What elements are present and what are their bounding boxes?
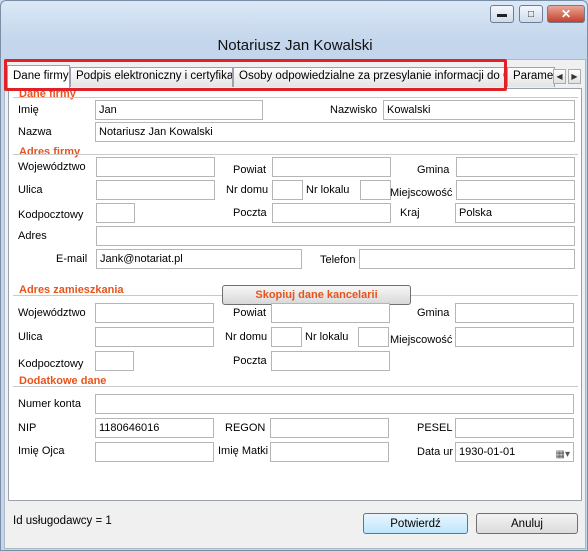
imie-field[interactable]: Jan [95, 100, 263, 120]
adres-field[interactable] [96, 226, 575, 246]
gmina-zam-field[interactable] [455, 303, 574, 323]
label-ulica: Ulica [18, 184, 43, 196]
powiat-field[interactable] [272, 157, 391, 177]
label-gmina-zam: Gmina [417, 307, 450, 319]
label-kodpocztowy: Kodpocztowy [18, 209, 84, 221]
label-nr-lokalu-zam: Nr lokalu [305, 331, 349, 343]
kraj-field[interactable]: Polska [455, 203, 575, 223]
nr-lokalu-zam-field[interactable] [358, 327, 389, 347]
pesel-field[interactable] [455, 418, 574, 438]
label-gmina: Gmina [417, 164, 450, 176]
wojewodztwo-field[interactable] [96, 157, 215, 177]
label-email: E-mail [56, 253, 88, 265]
miejscowosc-field[interactable] [456, 180, 575, 200]
tab-podpis[interactable]: Podpis elektroniczny i certyfikaty [70, 67, 233, 87]
window-title: Notariusz Jan Kowalski [217, 37, 373, 54]
tab-parametry[interactable]: Paramet [507, 67, 555, 87]
nr-lokalu-field[interactable] [360, 180, 391, 200]
section-separator [13, 386, 578, 387]
tab-dane-firmy[interactable]: Dane firmy [7, 65, 70, 89]
label-wojewodztwo: Województwo [18, 161, 86, 173]
kodpocztowy-zam-field[interactable] [95, 351, 134, 371]
label-imie-matki: Imię Matki [218, 445, 269, 457]
section-dane-firmy: Dane firmy [19, 88, 76, 100]
cancel-button[interactable]: Anuluj [476, 513, 578, 534]
regon-field[interactable] [270, 418, 389, 438]
minimize-button[interactable]: ▬ [490, 5, 514, 23]
calendar-dropdown-icon[interactable]: ▦▾ [556, 446, 570, 461]
gmina-field[interactable] [456, 157, 575, 177]
label-telefon: Telefon [320, 254, 356, 266]
label-poczta: Poczta [233, 207, 267, 219]
label-nr-lokalu: Nr lokalu [306, 184, 350, 196]
label-nr-domu: Nr domu [226, 184, 269, 196]
label-poczta-zam: Poczta [233, 355, 267, 367]
tab-scroll-right-icon[interactable]: ▶ [568, 69, 581, 84]
tab-scroll-left-icon[interactable]: ◀ [553, 69, 566, 84]
telefon-field[interactable] [359, 249, 575, 269]
miejscowosc-zam-field[interactable] [455, 327, 574, 347]
imie-matki-field[interactable] [270, 442, 389, 462]
app-window: ▬ □ ✕ Notariusz Jan Kowalski Dane firmy … [0, 0, 588, 551]
tab-strip: Dane firmy Podpis elektroniczny i certyf… [5, 65, 585, 89]
label-nazwisko: Nazwisko [330, 104, 378, 116]
nazwa-field[interactable]: Notariusz Jan Kowalski [95, 122, 575, 142]
label-regon: REGON [225, 422, 266, 434]
label-numer-konta: Numer konta [18, 398, 81, 410]
label-pesel: PESEL [417, 422, 453, 434]
powiat-zam-field[interactable] [271, 303, 390, 323]
ulica-zam-field[interactable] [95, 327, 214, 347]
poczta-zam-field[interactable] [271, 351, 390, 371]
label-powiat: Powiat [233, 164, 267, 176]
nr-domu-field[interactable] [272, 180, 303, 200]
numer-konta-field[interactable] [95, 394, 574, 414]
kodpocztowy-field[interactable] [96, 203, 135, 223]
section-separator [13, 97, 578, 98]
section-adres-firmy: Adres firmy [19, 146, 81, 158]
close-button[interactable]: ✕ [547, 5, 585, 23]
wojewodztwo-zam-field[interactable] [95, 303, 214, 323]
maximize-button[interactable]: □ [519, 5, 543, 23]
email-field[interactable]: Jank@notariat.pl [96, 249, 302, 269]
label-nazwa: Nazwa [18, 126, 52, 138]
nazwisko-field[interactable]: Kowalski [383, 100, 575, 120]
confirm-button[interactable]: Potwierdź [363, 513, 468, 534]
label-data-ur: Data ur [417, 446, 454, 458]
label-ulica-zam: Ulica [18, 331, 43, 343]
tab-osoby-odpowiedzialne[interactable]: Osoby odpowiedzialne za przesylanie info… [233, 67, 507, 87]
label-kraj: Kraj [400, 207, 420, 219]
label-imie-ojca: Imię Ojca [18, 445, 65, 457]
label-nr-domu-zam: Nr domu [225, 331, 268, 343]
copy-office-data-button[interactable]: Skopiuj dane kancelarii [222, 285, 411, 305]
imie-ojca-field[interactable] [95, 442, 214, 462]
nr-domu-zam-field[interactable] [271, 327, 302, 347]
label-powiat-zam: Powiat [233, 307, 267, 319]
data-urodzenia-value: 1930-01-01 [459, 446, 516, 458]
ulica-field[interactable] [96, 180, 215, 200]
section-separator [13, 154, 578, 155]
label-nip: NIP [18, 422, 37, 434]
label-miejscowosc-zam: Miejscowość [390, 334, 453, 346]
nip-field[interactable]: 1180646016 [95, 418, 214, 438]
label-kodpocztowy-zam: Kodpocztowy [18, 358, 84, 370]
data-urodzenia-picker[interactable]: 1930-01-01 ▦▾ [455, 442, 574, 462]
poczta-field[interactable] [272, 203, 391, 223]
label-wojewodztwo-zam: Województwo [18, 307, 86, 319]
label-miejscowosc: Miejscowość [390, 187, 453, 199]
label-adres: Adres [18, 230, 47, 242]
label-imie: Imię [18, 104, 39, 116]
id-uslugodawcy-text: Id usługodawcy = 1 [13, 515, 112, 527]
